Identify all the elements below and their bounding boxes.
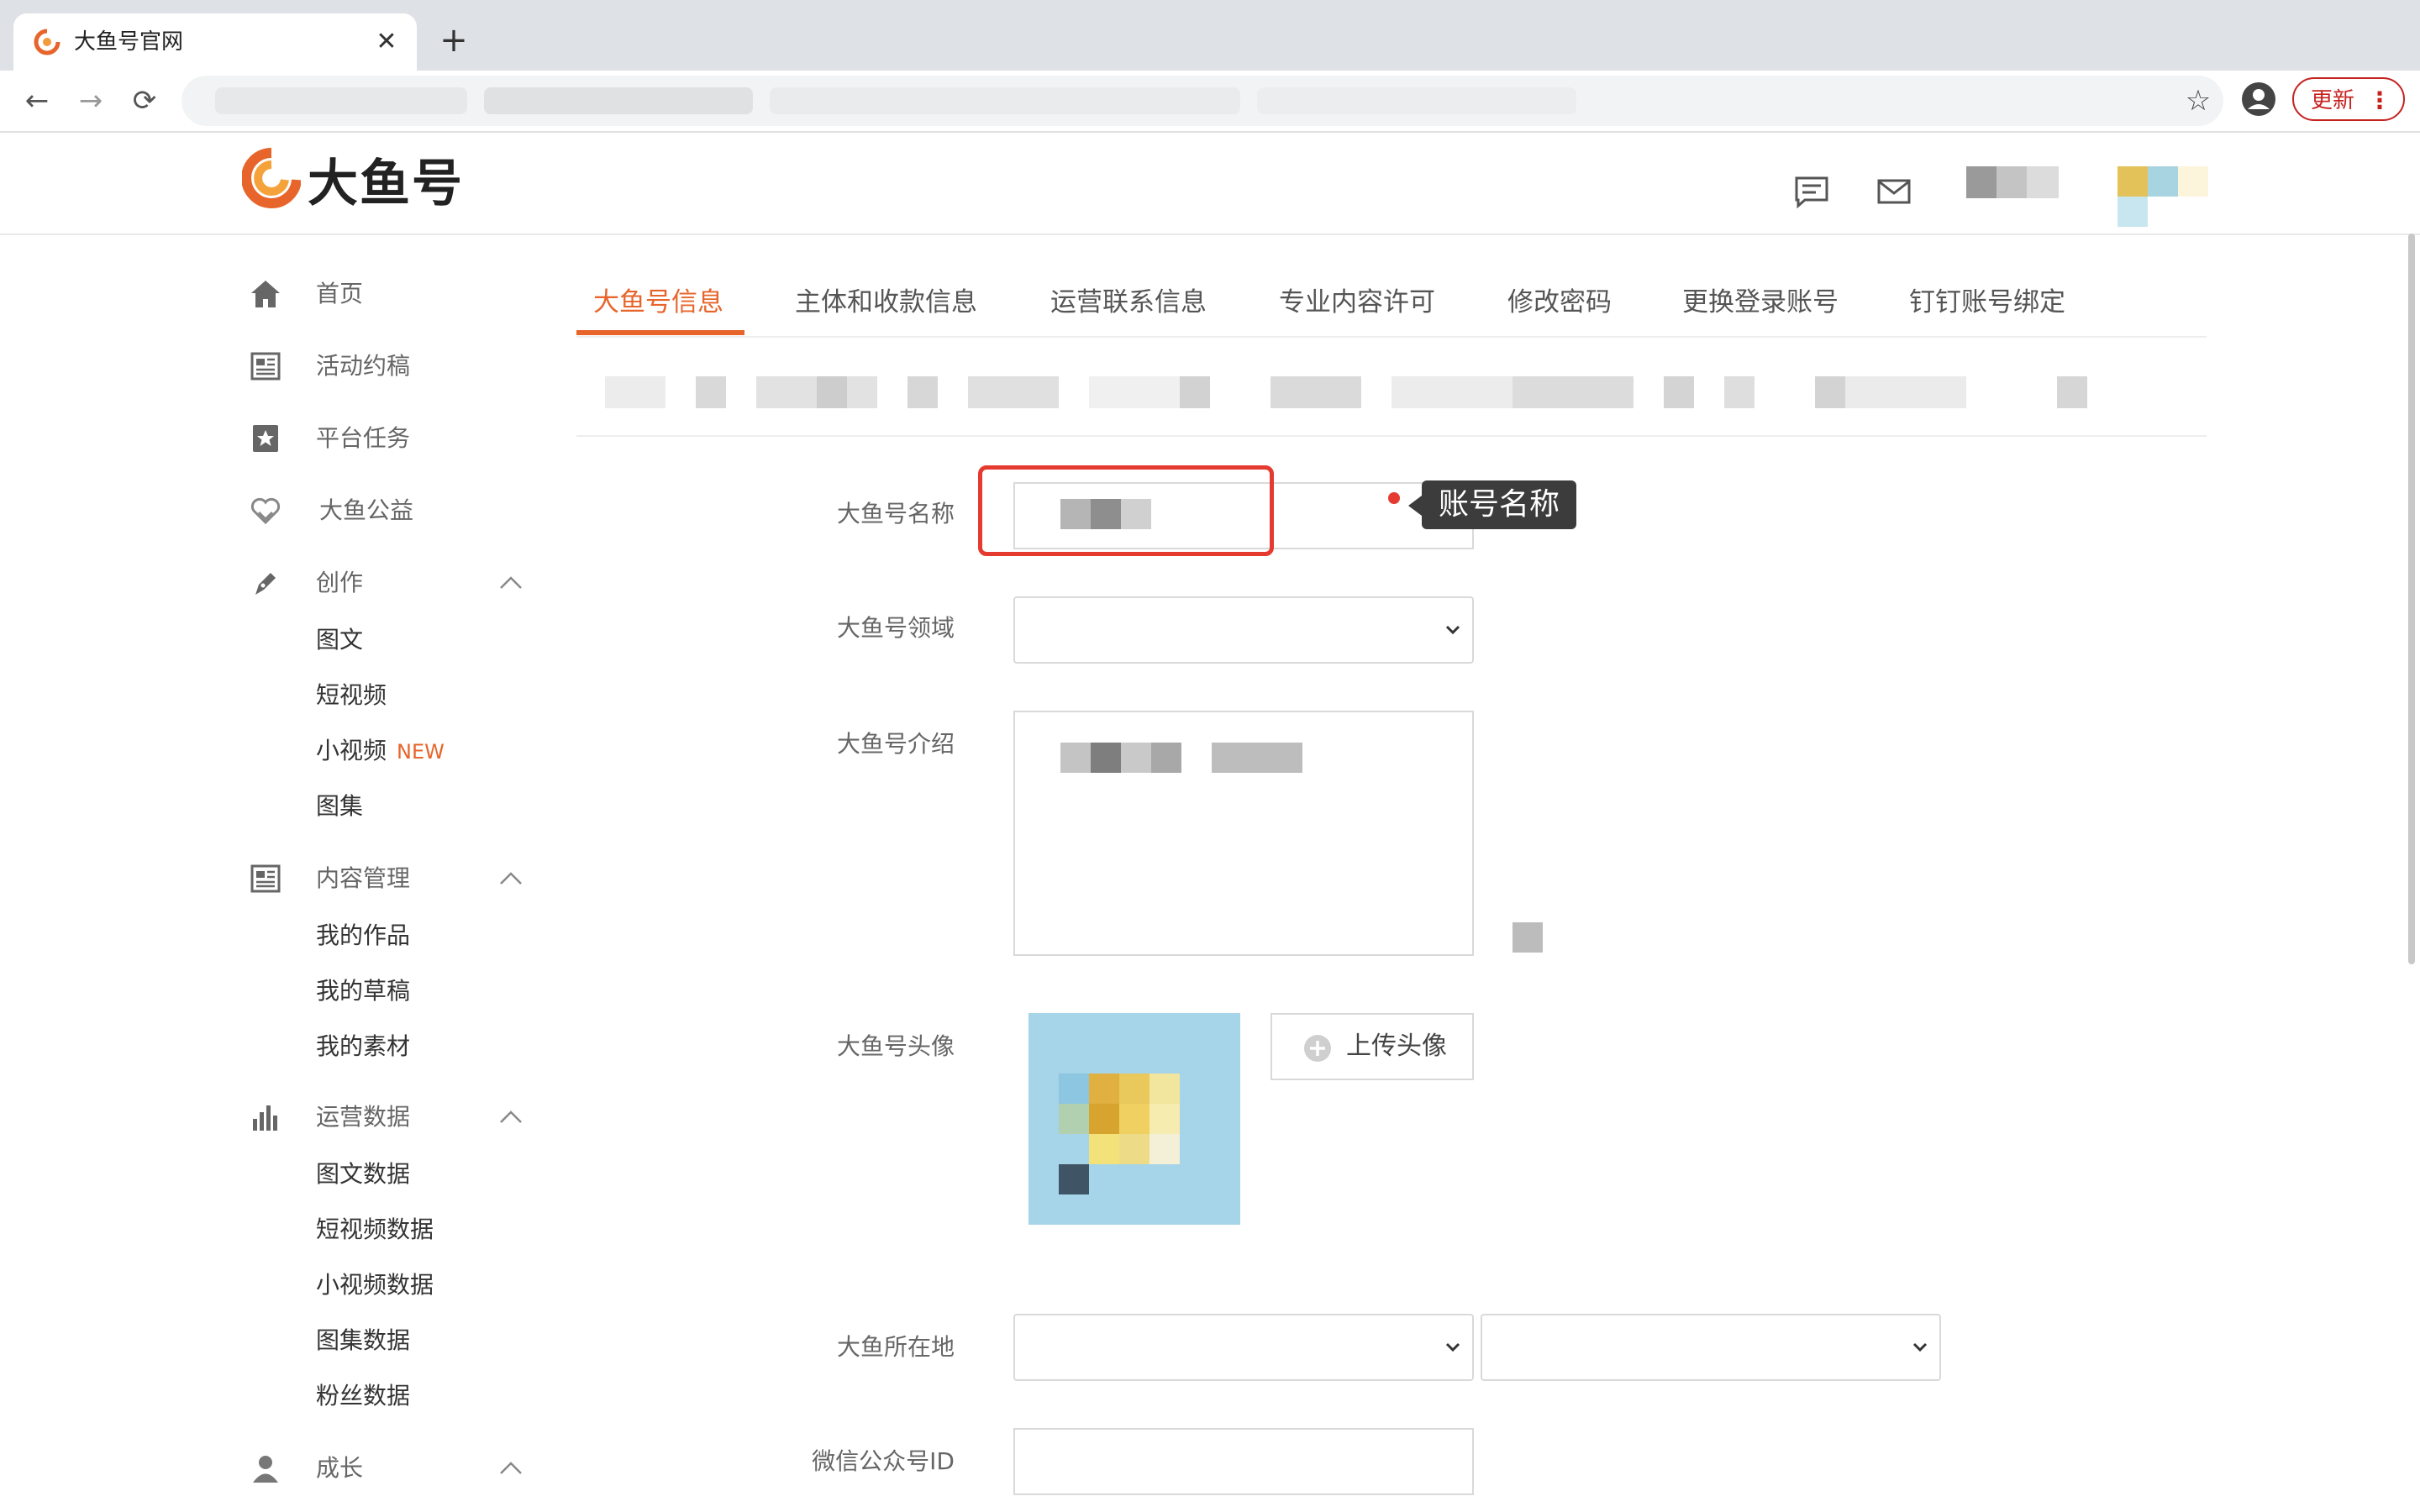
address-bar[interactable]: [182, 76, 2223, 126]
heart-hands-icon: [250, 497, 281, 525]
sidebar-group-growth[interactable]: 成长: [242, 1446, 544, 1490]
dayu-logo-icon: [242, 148, 301, 208]
account-intro-textarea[interactable]: [1013, 711, 1474, 956]
update-label: 更新: [2311, 88, 2355, 113]
sidebar-subitem-article-data[interactable]: 图文数据: [316, 1158, 410, 1191]
page-scrollbar[interactable]: [2408, 234, 2415, 964]
intro-char-count-blur: [1512, 922, 1543, 953]
chevron-down-icon: [1445, 1342, 1460, 1352]
sidebar-subitem-short-video-data[interactable]: 短视频数据: [316, 1213, 434, 1247]
location-label: 大鱼所在地: [836, 1333, 955, 1361]
new-badge: NEW: [397, 740, 445, 764]
sidebar-subitem-mini-video-data[interactable]: 小视频数据: [316, 1268, 434, 1302]
wechat-id-label: 微信公众号ID: [812, 1447, 955, 1475]
annotation-highlight-box: [978, 465, 1274, 556]
chevron-up-icon[interactable]: [494, 566, 528, 600]
site-logo-text: 大鱼号: [308, 155, 464, 213]
sidebar-subitem-label: 小视频: [316, 737, 387, 764]
home-icon: [251, 281, 280, 307]
active-tab-indicator: [576, 330, 744, 335]
upload-avatar-button[interactable]: 上传头像: [1270, 1013, 1474, 1080]
chevron-up-icon[interactable]: [494, 1100, 528, 1134]
sidebar-subitem-my-works[interactable]: 我的作品: [316, 919, 410, 953]
new-tab-icon[interactable]: +: [437, 24, 471, 57]
star-bookmark-icon: [253, 425, 278, 452]
browser-tab-strip: 大鱼号官网 ✕ +: [0, 0, 2420, 71]
tab-change-password[interactable]: 修改密码: [1507, 282, 1612, 323]
profile-avatar-icon[interactable]: [2240, 81, 2277, 118]
tab-operation-contact[interactable]: 运营联系信息: [1050, 282, 1207, 323]
bookmark-star-icon[interactable]: ☆: [2178, 81, 2218, 121]
chevron-down-icon: [1912, 1342, 1928, 1352]
header-avatar[interactable]: [2118, 166, 2208, 227]
tab-entity-payment[interactable]: 主体和收款信息: [795, 282, 977, 323]
chevron-down-icon: [1445, 625, 1460, 635]
tabs-divider: [576, 336, 2207, 338]
tab-dingtalk-bind[interactable]: 钉钉账号绑定: [1909, 282, 2065, 323]
user-icon: [253, 1456, 278, 1483]
account-name-label: 大鱼号名称: [836, 500, 955, 528]
browser-toolbar: ← → ⟳ ☆ 更新 ⋮: [0, 71, 2420, 133]
tab-account-info[interactable]: 大鱼号信息: [593, 282, 723, 323]
account-domain-label: 大鱼号领域: [836, 614, 955, 642]
tab-close-icon[interactable]: ✕: [370, 25, 403, 59]
browser-tab-title: 大鱼号官网: [74, 29, 184, 55]
tab-change-login[interactable]: 更换登录账号: [1682, 282, 1839, 323]
location-city-select[interactable]: [1481, 1314, 1941, 1381]
location-province-select[interactable]: [1013, 1314, 1474, 1381]
dayu-favicon-icon: [34, 29, 60, 55]
sidebar-subitem-mini-video[interactable]: 小视频 NEW: [316, 734, 445, 769]
browser-tab[interactable]: 大鱼号官网 ✕: [13, 13, 417, 71]
chevron-up-icon[interactable]: [494, 1452, 528, 1485]
sidebar-subitem-my-materials[interactable]: 我的素材: [316, 1030, 410, 1063]
sidebar-subitem-gallery[interactable]: 图集: [316, 790, 363, 823]
annotation-arrow: [1408, 496, 1422, 516]
more-menu-icon: ⋮: [2368, 87, 2391, 114]
account-avatar-label: 大鱼号头像: [836, 1032, 955, 1060]
sidebar-group-label: 运营数据: [316, 1103, 411, 1131]
sidebar-subitem-article[interactable]: 图文: [316, 623, 363, 657]
sidebar-item-charity[interactable]: 大鱼公益: [242, 489, 544, 533]
chevron-up-icon[interactable]: [494, 862, 528, 895]
sidebar-group-data[interactable]: 运营数据: [242, 1095, 544, 1139]
sidebar-group-label: 成长: [316, 1454, 364, 1482]
message-icon[interactable]: [1793, 175, 1830, 208]
notice-divider: [576, 435, 2207, 437]
newspaper-icon: [250, 352, 281, 381]
sidebar-subitem-short-video[interactable]: 短视频: [316, 679, 387, 712]
sidebar-group-label: 创作: [316, 569, 364, 596]
reload-icon[interactable]: ⟳: [124, 81, 165, 121]
content-list-icon: [250, 864, 281, 893]
sidebar-item-tasks[interactable]: 平台任务: [242, 417, 544, 460]
upload-avatar-label: 上传头像: [1346, 1032, 1447, 1061]
plus-circle-icon: [1304, 1035, 1331, 1062]
sidebar-group-content[interactable]: 内容管理: [242, 857, 544, 900]
sidebar-item-label: 首页: [316, 280, 364, 307]
annotation-tooltip: 账号名称: [1422, 480, 1577, 529]
sidebar-subitem-my-drafts[interactable]: 我的草稿: [316, 974, 410, 1008]
wechat-id-input[interactable]: [1013, 1428, 1474, 1495]
site-header: 大鱼号: [0, 133, 2420, 235]
sidebar-item-home[interactable]: 首页: [242, 272, 544, 316]
bar-chart-icon: [253, 1105, 277, 1131]
forward-icon[interactable]: →: [71, 81, 111, 121]
pen-icon: [255, 573, 276, 595]
sidebar-subitem-gallery-data[interactable]: 图集数据: [316, 1324, 410, 1357]
account-domain-select[interactable]: [1013, 596, 1474, 664]
username-blur[interactable]: [1966, 166, 2059, 198]
sidebar-item-label: 平台任务: [316, 424, 411, 452]
browser-update-button[interactable]: 更新 ⋮: [2292, 77, 2405, 121]
sidebar-subitem-fans-data[interactable]: 粉丝数据: [316, 1379, 410, 1413]
sidebar-item-label: 活动约稿: [316, 352, 411, 380]
sidebar-group-label: 内容管理: [316, 864, 411, 892]
mail-icon[interactable]: [1876, 175, 1912, 208]
account-avatar-image: [1028, 1013, 1240, 1225]
account-intro-label: 大鱼号介绍: [836, 730, 955, 758]
annotation-dot: [1388, 492, 1400, 504]
sidebar-item-activity[interactable]: 活动约稿: [242, 344, 544, 388]
tab-professional-license[interactable]: 专业内容许可: [1279, 282, 1435, 323]
sidebar-item-label: 大鱼公益: [319, 496, 414, 524]
sidebar-group-create[interactable]: 创作: [242, 561, 544, 605]
back-icon[interactable]: ←: [17, 81, 57, 121]
